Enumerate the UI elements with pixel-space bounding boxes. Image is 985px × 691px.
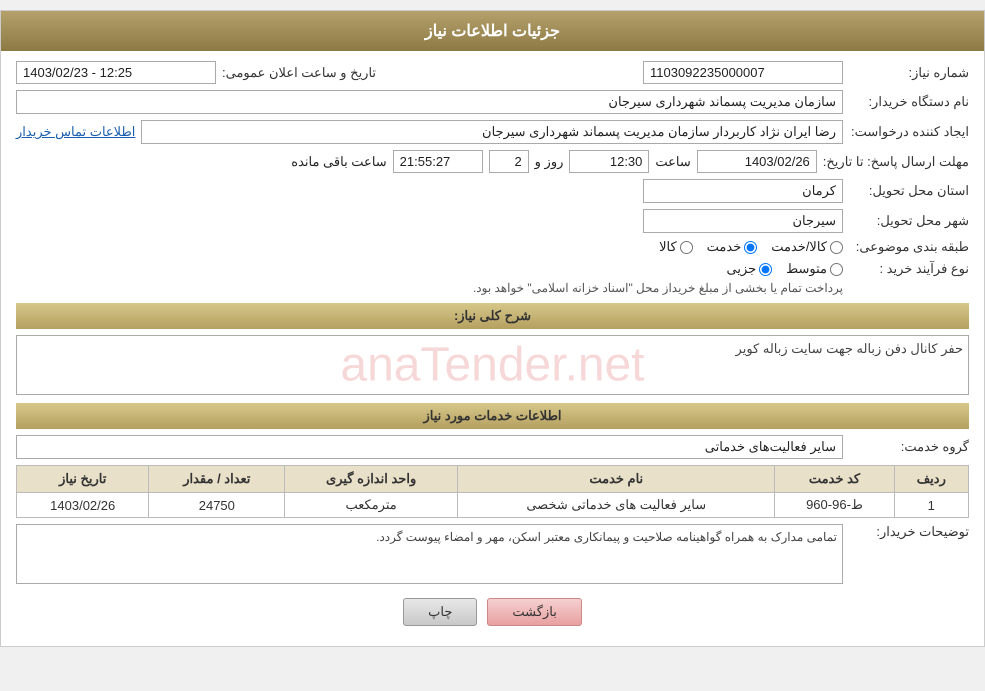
cell-vahed: مترمکعب: [285, 493, 458, 518]
value-ijadKonande: رضا ایران نژاد کاربردار سازمان مدیریت پس…: [141, 120, 843, 144]
radio-jozi: جزیی: [726, 261, 772, 277]
col-tarikh: تاریخ نیاز: [17, 466, 149, 493]
tabaqe-radio-group: کالا/خدمت خدمت کالا: [659, 239, 843, 255]
row-shahr: شهر محل تحویل: سیرجان: [16, 209, 969, 233]
radio-kala-input[interactable]: [680, 241, 693, 254]
label-kala-khedmat: کالا/خدمت: [771, 239, 827, 255]
link-etelaat[interactable]: اطلاعات تماس خریدار: [16, 124, 135, 140]
section-sharh: شرح کلی نیاز:: [16, 303, 969, 329]
value-roz: 2: [489, 150, 529, 173]
value-saat: 12:30: [569, 150, 649, 173]
row-namDastgah: نام دستگاه خریدار: سازمان مدیریت پسماند …: [16, 90, 969, 114]
col-vahed: واحد اندازه گیری: [285, 466, 458, 493]
row-tozihat: توضیحات خریدار: تمامی مدارک به همراه گوا…: [16, 524, 969, 584]
button-row: بازگشت چاپ: [16, 598, 969, 626]
col-radif: ردیف: [894, 466, 968, 493]
radio-khedmat-input[interactable]: [744, 241, 757, 254]
page-wrapper: جزئیات اطلاعات نیاز شماره نیاز: 11030922…: [0, 10, 985, 647]
cell-namKhedmat: سایر فعالیت های خدماتی شخصی: [458, 493, 775, 518]
content-area: شماره نیاز: 1103092235000007 تاریخ و ساع…: [1, 51, 984, 646]
label-ijadKonande: ایجاد کننده درخواست:: [849, 124, 969, 140]
row-shomareNiaz: شماره نیاز: 1103092235000007 تاریخ و ساع…: [16, 61, 969, 84]
btn-back[interactable]: بازگشت: [487, 598, 581, 626]
row-tabaqe: طبقه بندی موضوعی: کالا/خدمت خدمت کالا: [16, 239, 969, 255]
label-saat: ساعت: [655, 154, 690, 170]
label-ostan: استان محل تحویل:: [849, 183, 969, 199]
label-shahr: شهر محل تحویل:: [849, 213, 969, 229]
label-khedmat: خدمت: [707, 239, 742, 255]
section-services: اطلاعات خدمات مورد نیاز: [16, 403, 969, 429]
cell-radif: 1: [894, 493, 968, 518]
noeFarayand-note: پرداخت تمام یا بخشی از مبلغ خریداز محل "…: [473, 281, 843, 295]
sharh-value: حفر کانال دفن زباله جهت سایت زباله کویر: [16, 335, 969, 395]
value-mohlat-date: 1403/02/26: [697, 150, 817, 173]
label-noeFarayand: نوع فرآیند خرید :: [849, 261, 969, 277]
radio-kala-khedmat-input[interactable]: [830, 241, 843, 254]
radio-kala: کالا: [659, 239, 693, 255]
row-noeFarayand: نوع فرآیند خرید : متوسط جزیی پرداخت تمام…: [16, 261, 969, 295]
row-ostan: استان محل تحویل: کرمان: [16, 179, 969, 203]
value-namDastgah: سازمان مدیریت پسماند شهرداری سیرجان: [16, 90, 843, 114]
services-table: ردیف کد خدمت نام خدمت واحد اندازه گیری ت…: [16, 465, 969, 518]
label-tozihat: توضیحات خریدار:: [849, 524, 969, 540]
noeFarayand-radio-group: متوسط جزیی: [473, 261, 843, 277]
col-kodKhedmat: کد خدمت: [775, 466, 894, 493]
label-mottaset: متوسط: [786, 261, 827, 277]
value-ostan: کرمان: [643, 179, 843, 203]
label-kala: کالا: [659, 239, 677, 255]
tozihat-value: تمامی مدارک به همراه گواهینامه صلاحیت و …: [16, 524, 843, 584]
row-ijadKonande: ایجاد کننده درخواست: رضا ایران نژاد کارب…: [16, 120, 969, 144]
value-shomareNiaz: 1103092235000007: [643, 61, 843, 84]
value-groheKhedmat: سایر فعالیت‌های خدماتی: [16, 435, 843, 459]
row-groheKhedmat: گروه خدمت: سایر فعالیت‌های خدماتی: [16, 435, 969, 459]
radio-mottaset: متوسط: [786, 261, 843, 277]
radio-mottaset-input[interactable]: [830, 263, 843, 276]
cell-kodKhedmat: ط-96-960: [775, 493, 894, 518]
value-tarikh: 1403/02/23 - 12:25: [16, 61, 216, 84]
col-tedad: تعداد / مقدار: [149, 466, 285, 493]
sharh-area: anaTender.net حفر کانال دفن زباله جهت سا…: [16, 335, 969, 395]
radio-kala-khedmat: کالا/خدمت: [771, 239, 843, 255]
page-title: جزئیات اطلاعات نیاز: [1, 11, 984, 51]
radio-jozi-input[interactable]: [759, 263, 772, 276]
label-jozi: جزیی: [726, 261, 756, 277]
label-roz: روز و: [535, 154, 564, 170]
cell-tarikh: 1403/02/26: [17, 493, 149, 518]
value-mande: 21:55:27: [393, 150, 483, 173]
cell-tedad: 24750: [149, 493, 285, 518]
col-namKhedmat: نام خدمت: [458, 466, 775, 493]
label-shomareNiaz: شماره نیاز:: [849, 65, 969, 81]
row-mohlat: مهلت ارسال پاسخ: تا تاریخ: 1403/02/26 سا…: [16, 150, 969, 173]
label-namDastgah: نام دستگاه خریدار:: [849, 94, 969, 110]
btn-print[interactable]: چاپ: [403, 598, 477, 626]
label-mande: ساعت باقی مانده: [291, 154, 386, 170]
value-shahr: سیرجان: [643, 209, 843, 233]
table-row: 1ط-96-960سایر فعالیت های خدماتی شخصیمترم…: [17, 493, 969, 518]
label-tabaqe: طبقه بندی موضوعی:: [849, 239, 969, 255]
radio-khedmat: خدمت: [707, 239, 758, 255]
label-groheKhedmat: گروه خدمت:: [849, 439, 969, 455]
label-tarikh: تاریخ و ساعت اعلان عمومی:: [222, 65, 376, 81]
label-mohlat: مهلت ارسال پاسخ: تا تاریخ:: [823, 154, 969, 170]
